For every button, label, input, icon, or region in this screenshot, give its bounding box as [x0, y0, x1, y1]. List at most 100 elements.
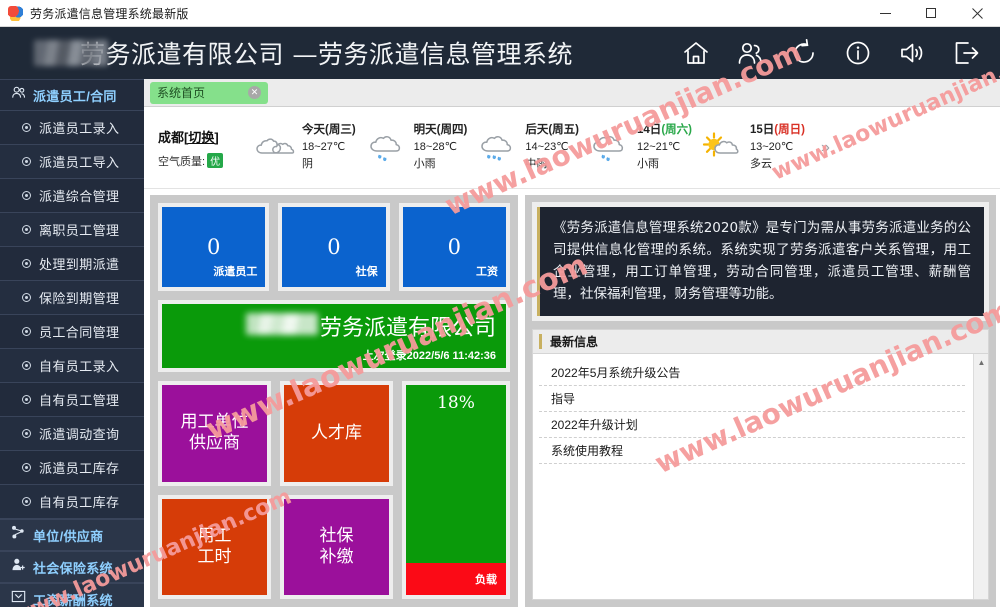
users-icon[interactable]: [734, 37, 766, 69]
sidebar-item-label: 派遣员工库存: [39, 461, 120, 476]
sidebar-group-label: 派遣员工/合同: [33, 88, 117, 104]
weather-city-row: 成都[切换]: [158, 127, 250, 146]
maximize-button[interactable]: [908, 0, 954, 27]
sidebar-item-3[interactable]: 离职员工管理: [0, 213, 144, 247]
stat-tile-employees[interactable]: 0 派遣员工: [158, 203, 270, 291]
system-load-tile[interactable]: 18% 负载: [402, 381, 510, 599]
weather-more-button[interactable]: »: [821, 139, 830, 157]
sidebar-item-8[interactable]: 自有员工管理: [0, 383, 144, 417]
news-panel: 最新信息 2022年5月系统升级公告 指导 2022年升级计划 系统使用教程 ▲: [532, 329, 989, 600]
sidebar-section-supplier[interactable]: 单位/供应商: [0, 519, 144, 551]
load-label: 负载: [475, 574, 497, 586]
company-name-redacted: [245, 312, 318, 335]
info-icon[interactable]: [842, 37, 874, 69]
weather-day-name: 后天(周五): [525, 123, 580, 136]
function-tile-talent-pool[interactable]: 人才库: [280, 381, 393, 486]
tab-home[interactable]: 系统首页 ✕: [150, 81, 268, 104]
sidebar-group-dispatch[interactable]: 派遣员工/合同: [0, 79, 144, 111]
function-tile-subrow-bottom: 用工 工时 社保 补缴: [158, 494, 393, 599]
function-tile-work-hours[interactable]: 用工 工时: [158, 494, 271, 599]
weather-date: 14日: [637, 123, 662, 136]
list-item[interactable]: 2022年5月系统升级公告: [539, 360, 965, 387]
weather-city-block: 成都[切换] 空气质量: 优: [158, 127, 250, 169]
sidebar-item-5[interactable]: 保险到期管理: [0, 281, 144, 315]
sidebar-item-7[interactable]: 自有员工录入: [0, 349, 144, 383]
close-icon[interactable]: ✕: [248, 86, 261, 99]
sidebar-item-0[interactable]: 派遣员工录入: [0, 111, 144, 145]
welcome-banner: 劳务派遣有限公司 上次登录2022/5/6 11:42:36: [162, 304, 506, 368]
weather-switch-link[interactable]: [切换]: [184, 130, 219, 145]
weather-day-0[interactable]: 今天(周三) 18~27℃ 阴: [250, 122, 356, 174]
app-logo-icon: [8, 5, 23, 21]
weather-weekday: (周日): [774, 123, 805, 136]
weather-day-4[interactable]: 15日(周日) 13~20℃ 多云: [698, 122, 805, 174]
sidebar-item-label: 保险到期管理: [39, 291, 120, 306]
function-tile-grid: 用工单位 供应商 人才库 用工 工时 社保 补缴: [158, 381, 393, 599]
bullet-icon: [22, 497, 31, 506]
stat-tile-insurance[interactable]: 0 社保: [278, 203, 390, 291]
sun-cloud-icon: [698, 127, 750, 169]
sidebar-item-11[interactable]: 自有员工库存: [0, 485, 144, 519]
stat-tile-salary[interactable]: 0 工资: [398, 203, 510, 291]
bullet-icon: [22, 293, 31, 302]
home-icon[interactable]: [680, 37, 712, 69]
tile-line1: 用工单位: [180, 412, 249, 432]
company-logo: [34, 40, 108, 66]
weather-day-2[interactable]: 后天(周五) 14~23℃ 中雨: [473, 122, 579, 174]
function-tile-subrow-top: 用工单位 供应商 人才库: [158, 381, 393, 486]
sidebar-section-label: 社会保险系统: [33, 560, 113, 576]
main-content: 0 派遣员工 0 社保 0 工资 劳务派遣有限公司 上次登录2022/5/6 1…: [144, 189, 1000, 607]
page-title: 劳务派遣有限公司 —劳务派遣信息管理系统: [80, 40, 573, 69]
sidebar-section-payroll[interactable]: 工资薪酬系统: [0, 583, 144, 607]
sidebar-item-4[interactable]: 处理到期派遣: [0, 247, 144, 281]
weather-day-1[interactable]: 明天(周四) 18~28℃ 小雨: [362, 122, 467, 174]
bullet-icon: [22, 259, 31, 268]
title-bar: 劳务派遣信息管理系统最新版: [0, 0, 1000, 27]
list-item[interactable]: 2022年升级计划: [539, 412, 965, 439]
close-button[interactable]: [954, 0, 1000, 27]
sidebar-item-6[interactable]: 员工合同管理: [0, 315, 144, 349]
bullet-icon: [22, 361, 31, 370]
payroll-icon: [11, 589, 26, 607]
weather-day-3[interactable]: 14日(周六) 12~21℃ 小雨: [585, 122, 692, 174]
scroll-up-icon[interactable]: ▲: [974, 354, 988, 370]
sidebar-item-1[interactable]: 派遣员工导入: [0, 145, 144, 179]
bullet-icon: [22, 191, 31, 200]
tile-line1: 用工: [197, 525, 232, 546]
refresh-icon[interactable]: [788, 37, 820, 69]
weather-day-name: 15日(周日): [750, 122, 805, 140]
sidebar-item-10[interactable]: 派遣员工库存: [0, 451, 144, 485]
dashboard-right-column: 《劳务派遣信息管理系统2020款》是专门为需从事劳务派遣业务的公司提供信息化管理…: [525, 195, 996, 607]
description-panel-wrap: 《劳务派遣信息管理系统2020款》是专门为需从事劳务派遣业务的公司提供信息化管理…: [532, 202, 989, 322]
light-rain-icon: [362, 127, 414, 169]
weather-day-text: 14日(周六) 12~21℃ 小雨: [637, 122, 692, 174]
list-item[interactable]: 指导: [539, 386, 965, 413]
application-window: 劳务派遣信息管理系统最新版 劳务派遣有限公司 —劳务派遣信息管理系统 派遣员工/…: [0, 0, 1000, 607]
list-item[interactable]: 系统使用教程: [539, 438, 965, 465]
weather-day-name: 14日(周六): [637, 122, 692, 140]
sidebar-section-insurance[interactable]: 社会保险系统: [0, 551, 144, 583]
function-tile-employer-supplier[interactable]: 用工单位 供应商: [158, 381, 271, 486]
logout-icon[interactable]: [950, 37, 982, 69]
sidebar-item-9[interactable]: 派遣调动查询: [0, 417, 144, 451]
sidebar-item-2[interactable]: 派遣综合管理: [0, 179, 144, 213]
weather-condition: 小雨: [413, 158, 436, 171]
news-scrollbar[interactable]: ▲: [973, 354, 988, 599]
weather-bar: 成都[切换] 空气质量: 优 今天(周三) 18~27℃ 阴 明天(周四) 18…: [144, 107, 1000, 189]
weather-temp: 12~21℃: [637, 141, 681, 154]
bullet-icon: [22, 225, 31, 234]
window-controls: [862, 0, 1000, 27]
sidebar-item-label: 自有员工管理: [39, 393, 120, 408]
news-panel-title: 最新信息: [550, 335, 599, 350]
weather-temp: 14~23℃: [525, 141, 569, 154]
weather-temp: 18~27℃: [302, 141, 346, 154]
load-percent: 18%: [437, 393, 475, 413]
sidebar[interactable]: 派遣员工/合同 派遣员工录入 派遣员工导入 派遣综合管理 离职员工管理 处理到期…: [0, 79, 144, 607]
minimize-button[interactable]: [862, 0, 908, 27]
stat-tile-row: 0 派遣员工 0 社保 0 工资: [158, 203, 510, 291]
rain-icon: [473, 127, 525, 169]
volume-icon[interactable]: [896, 37, 928, 69]
sidebar-section-label: 单位/供应商: [33, 528, 104, 544]
function-tile-insurance-payment[interactable]: 社保 补缴: [280, 494, 393, 599]
sidebar-section-label: 工资薪酬系统: [33, 592, 113, 607]
